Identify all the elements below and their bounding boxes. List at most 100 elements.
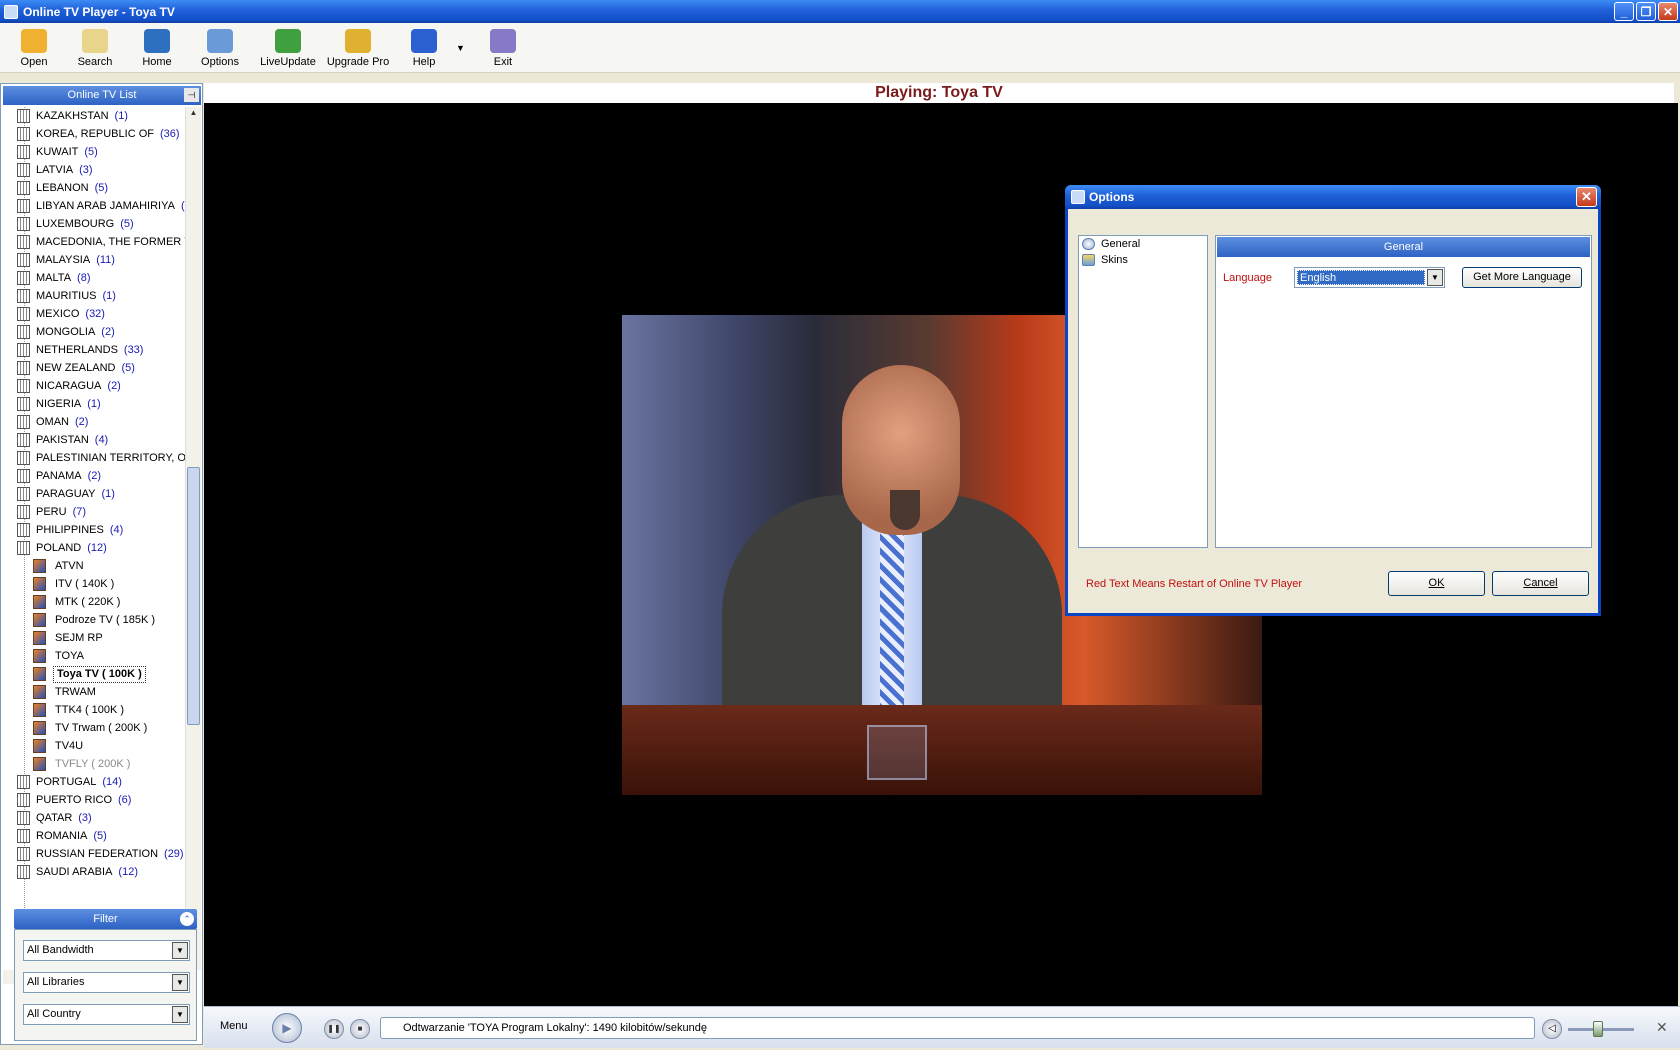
country-item[interactable]: PORTUGAL (14) bbox=[3, 773, 185, 791]
country-item[interactable]: MALAYSIA (11) bbox=[3, 251, 185, 269]
country-item[interactable]: PERU (7) bbox=[3, 503, 185, 521]
pause-icon[interactable]: ❚❚ bbox=[324, 1019, 344, 1039]
close-button[interactable]: ✕ bbox=[1658, 2, 1678, 21]
country-item[interactable]: KAZAKHSTAN (1) bbox=[3, 107, 185, 125]
scroll-up-icon[interactable]: ▲ bbox=[187, 108, 200, 122]
channel-item[interactable]: SEJM RP bbox=[3, 629, 185, 647]
item-label: MACEDONIA, THE FORMER YU bbox=[36, 236, 185, 248]
country-select[interactable]: All Country ▼ bbox=[23, 1004, 190, 1025]
volume-slider-thumb[interactable] bbox=[1593, 1021, 1603, 1037]
item-count: (12) bbox=[118, 866, 138, 878]
cancel-button[interactable]: Cancel bbox=[1492, 571, 1589, 596]
channel-item[interactable]: TV Trwam ( 200K ) bbox=[3, 719, 185, 737]
item-label: Toya TV ( 100K ) bbox=[57, 668, 142, 680]
chevron-down-icon[interactable]: ▼ bbox=[172, 942, 188, 959]
language-select[interactable]: English ▼ bbox=[1294, 267, 1445, 288]
channel-item[interactable]: Toya TV ( 100K ) bbox=[3, 665, 185, 683]
help-dropdown-icon[interactable]: ▼ bbox=[456, 43, 465, 53]
country-item[interactable]: OMAN (2) bbox=[3, 413, 185, 431]
folder-icon bbox=[17, 523, 30, 537]
country-item[interactable]: MONGOLIA (2) bbox=[3, 323, 185, 341]
collapse-icon[interactable]: ⌃ bbox=[180, 912, 194, 926]
options-button[interactable]: Options bbox=[184, 29, 256, 68]
minimize-button[interactable]: _ bbox=[1614, 2, 1634, 21]
channel-item[interactable]: MTK ( 220K ) bbox=[3, 593, 185, 611]
close-player-icon[interactable]: ✕ bbox=[1656, 1019, 1668, 1036]
item-count: (1) bbox=[114, 110, 128, 122]
channel-item[interactable]: TRWAM bbox=[3, 683, 185, 701]
country-item[interactable]: KOREA, REPUBLIC OF (36) bbox=[3, 125, 185, 143]
country-item[interactable]: NICARAGUA (2) bbox=[3, 377, 185, 395]
country-item[interactable]: RUSSIAN FEDERATION (29) bbox=[3, 845, 185, 863]
folder-icon bbox=[17, 829, 30, 843]
get-more-language-button[interactable]: Get More Language bbox=[1462, 267, 1582, 288]
channel-item[interactable]: Podroze TV ( 185K ) bbox=[3, 611, 185, 629]
upgrade-pro-button[interactable]: Upgrade Pro bbox=[320, 29, 396, 68]
folder-icon bbox=[17, 235, 30, 249]
country-item[interactable]: LIBYAN ARAB JAMAHIRIYA(2 bbox=[3, 197, 185, 215]
scroll-thumb[interactable] bbox=[187, 467, 200, 725]
chevron-down-icon[interactable]: ▼ bbox=[172, 974, 188, 991]
channel-item[interactable]: TOYA bbox=[3, 647, 185, 665]
item-label: ROMANIA bbox=[36, 830, 88, 842]
stop-icon[interactable]: ■ bbox=[350, 1019, 370, 1039]
exit-button[interactable]: Exit bbox=[477, 29, 529, 68]
channel-item[interactable]: TVFLY ( 200K ) bbox=[3, 755, 185, 773]
channel-item[interactable]: ITV ( 140K ) bbox=[3, 575, 185, 593]
liveupdate-button[interactable]: LiveUpdate bbox=[256, 29, 320, 68]
volume-icon[interactable]: ◁ bbox=[1542, 1019, 1562, 1039]
chevron-down-icon[interactable]: ▼ bbox=[172, 1006, 188, 1023]
channel-item[interactable]: TTK4 ( 100K ) bbox=[3, 701, 185, 719]
language-value: English bbox=[1297, 270, 1425, 285]
pin-icon[interactable]: ⊣ bbox=[184, 88, 199, 102]
maximize-button[interactable]: ❐ bbox=[1636, 2, 1656, 21]
open-button[interactable]: Open bbox=[8, 29, 60, 68]
country-item[interactable]: NETHERLANDS (33) bbox=[3, 341, 185, 359]
country-item[interactable]: PALESTINIAN TERRITORY, OC bbox=[3, 449, 185, 467]
vertical-scrollbar[interactable]: ▲ ▼ bbox=[185, 107, 201, 970]
country-item[interactable]: LATVIA (3) bbox=[3, 161, 185, 179]
country-item[interactable]: KUWAIT (5) bbox=[3, 143, 185, 161]
options-window-icon bbox=[1071, 190, 1085, 204]
country-item[interactable]: MAURITIUS (1) bbox=[3, 287, 185, 305]
country-item[interactable]: MALTA (8) bbox=[3, 269, 185, 287]
country-item[interactable]: LEBANON (5) bbox=[3, 179, 185, 197]
nav-item-skins[interactable]: Skins bbox=[1079, 252, 1207, 268]
country-item[interactable]: NEW ZEALAND (5) bbox=[3, 359, 185, 377]
country-item[interactable]: PANAMA (2) bbox=[3, 467, 185, 485]
libraries-select[interactable]: All Libraries ▼ bbox=[23, 972, 190, 993]
channel-item[interactable]: ATVN bbox=[3, 557, 185, 575]
play-icon[interactable]: ▶ bbox=[272, 1013, 302, 1043]
item-label: PHILIPPINES bbox=[36, 524, 104, 536]
search-button[interactable]: Search bbox=[60, 29, 130, 68]
item-label: TV Trwam ( 200K ) bbox=[55, 722, 148, 734]
menu-button[interactable]: Menu bbox=[220, 1020, 248, 1032]
dialog-close-button[interactable]: ✕ bbox=[1576, 187, 1597, 207]
options-icon bbox=[207, 29, 233, 53]
item-label: RUSSIAN FEDERATION bbox=[36, 848, 159, 860]
item-count: (3) bbox=[78, 812, 92, 824]
country-item[interactable]: ROMANIA (5) bbox=[3, 827, 185, 845]
nav-item-general[interactable]: General bbox=[1079, 236, 1207, 252]
country-item[interactable]: PUERTO RICO (6) bbox=[3, 791, 185, 809]
country-item[interactable]: POLAND (12) bbox=[3, 539, 185, 557]
item-label: MTK ( 220K ) bbox=[55, 596, 121, 608]
home-button[interactable]: Home bbox=[130, 29, 184, 68]
country-item[interactable]: SAUDI ARABIA (12) bbox=[3, 863, 185, 881]
chevron-down-icon[interactable]: ▼ bbox=[1427, 269, 1443, 286]
ok-button[interactable]: OK bbox=[1388, 571, 1485, 596]
country-item[interactable]: NIGERIA (1) bbox=[3, 395, 185, 413]
channel-item[interactable]: TV4U bbox=[3, 737, 185, 755]
bandwidth-select[interactable]: All Bandwidth ▼ bbox=[23, 940, 190, 961]
country-item[interactable]: MACEDONIA, THE FORMER YU bbox=[3, 233, 185, 251]
folder-icon bbox=[17, 469, 30, 483]
country-item[interactable]: PAKISTAN (4) bbox=[3, 431, 185, 449]
country-item[interactable]: QATAR (3) bbox=[3, 809, 185, 827]
options-title: Options bbox=[1089, 190, 1135, 204]
country-item[interactable]: PHILIPPINES (4) bbox=[3, 521, 185, 539]
country-item[interactable]: MEXICO (32) bbox=[3, 305, 185, 323]
country-item[interactable]: LUXEMBOURG (5) bbox=[3, 215, 185, 233]
help-button[interactable]: Help bbox=[396, 29, 452, 68]
country-item[interactable]: PARAGUAY (1) bbox=[3, 485, 185, 503]
tv-tree[interactable]: KAZAKHSTAN (1) KOREA, REPUBLIC OF (36) KUWAI… bbox=[3, 107, 185, 970]
